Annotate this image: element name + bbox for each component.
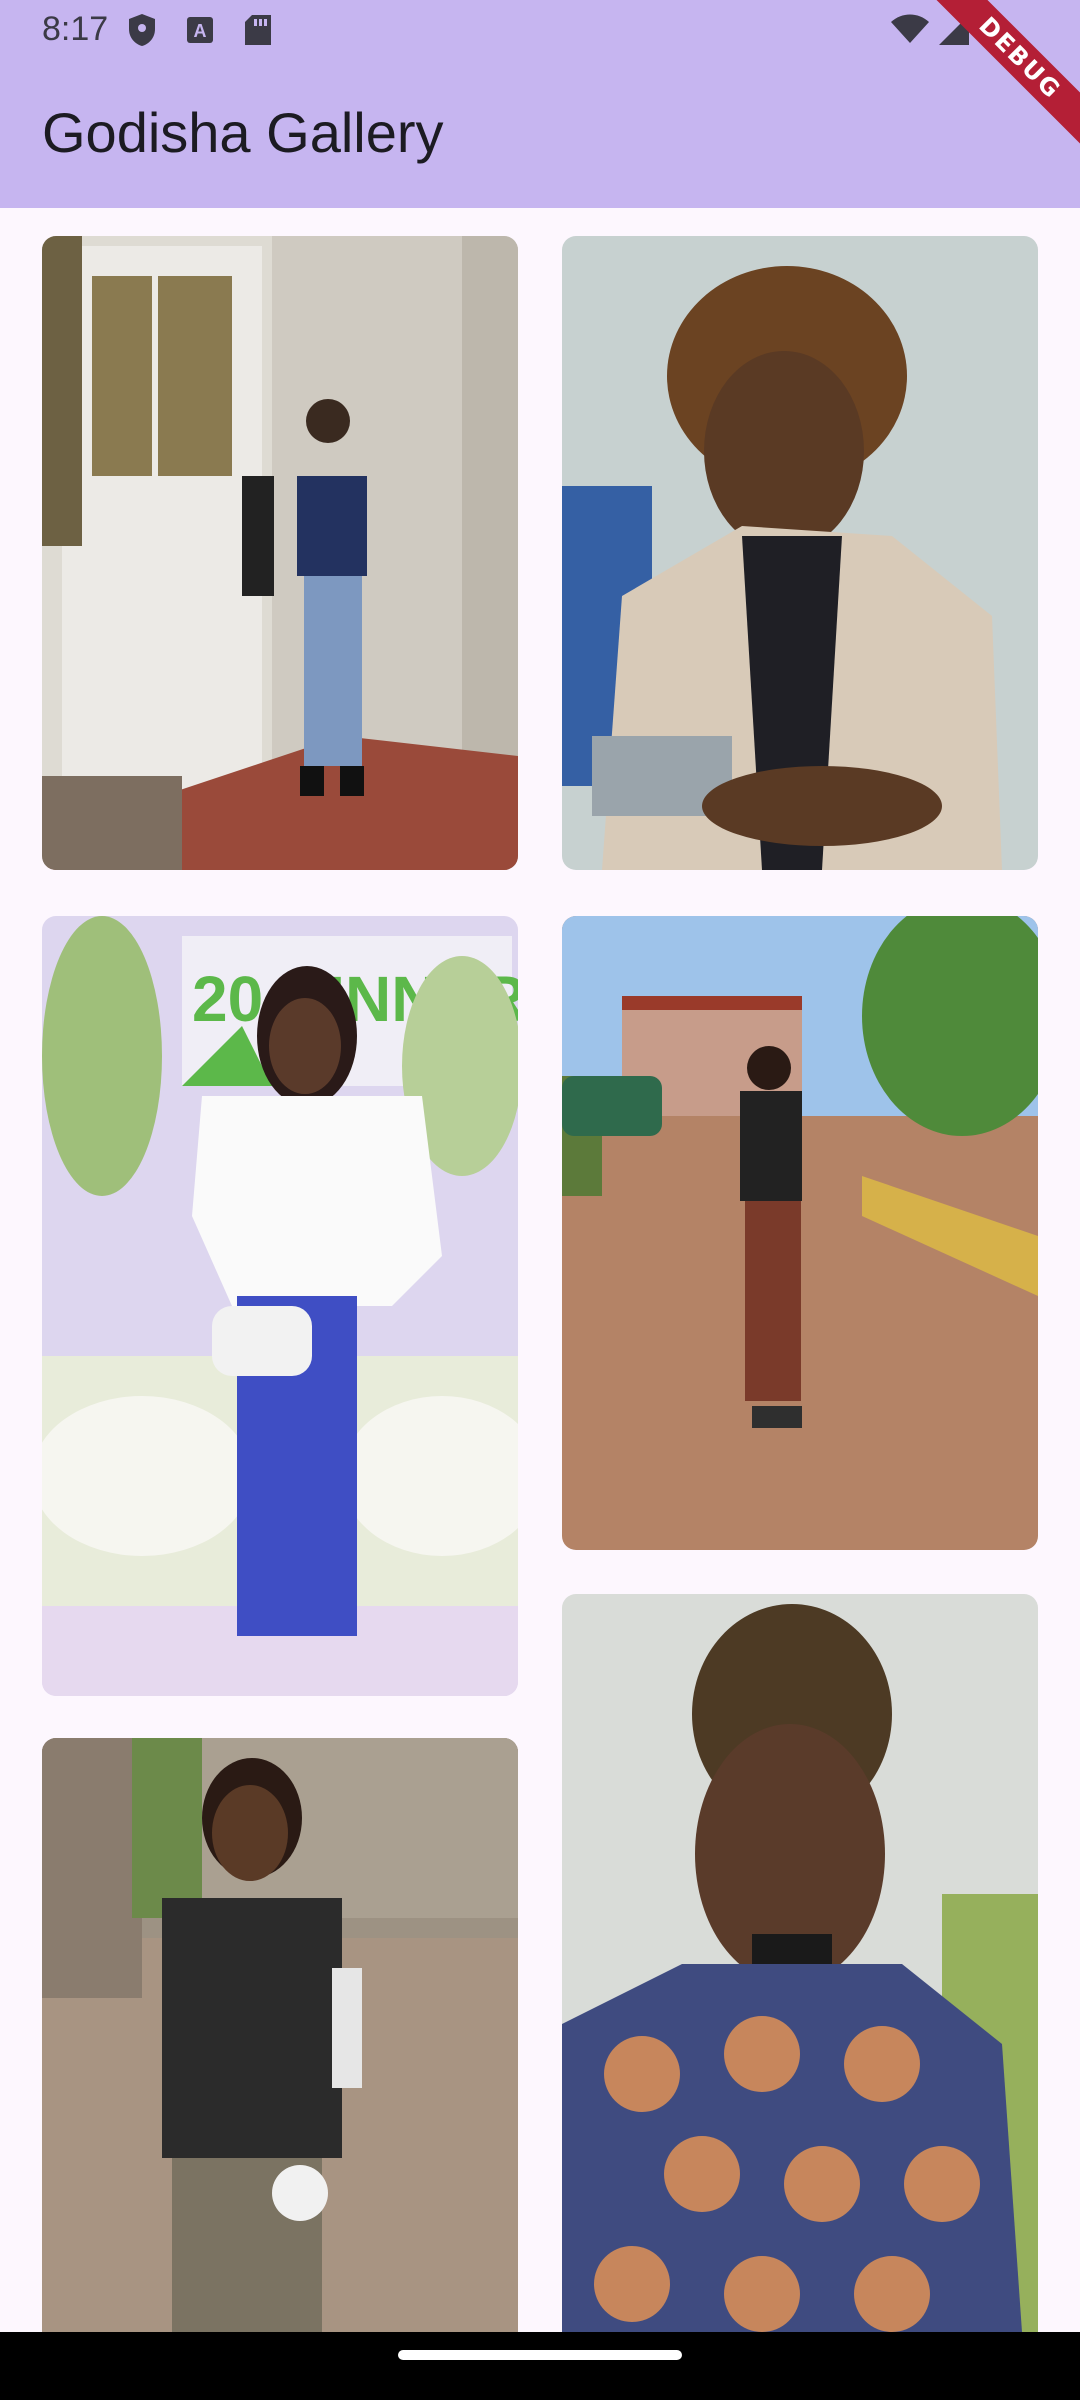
photo-image [562, 236, 1038, 870]
a-icon: A [186, 16, 214, 49]
shield-icon [126, 12, 158, 53]
photo-grid: 20 DINNER [0, 208, 1080, 2332]
status-time: 8:17 [42, 10, 109, 48]
gallery-photo[interactable]: 20 DINNER [42, 916, 518, 1696]
gallery-photo[interactable] [562, 1594, 1038, 2332]
sd-card-icon [244, 14, 272, 51]
photo-image [562, 916, 1038, 1550]
gallery-photo[interactable] [42, 236, 518, 870]
photo-image: 20 DINNER [42, 916, 518, 1696]
system-nav-bar [0, 2332, 1080, 2400]
photo-image [42, 1738, 518, 2332]
photo-image [42, 236, 518, 870]
home-gesture-handle[interactable] [398, 2350, 682, 2360]
debug-banner: DEBUG [930, 0, 1080, 150]
debug-banner-label: DEBUG [930, 0, 1080, 150]
svg-text:A: A [194, 21, 207, 41]
wifi-icon [890, 14, 930, 49]
gallery-photo[interactable] [42, 1738, 518, 2332]
gallery-photo[interactable] [562, 236, 1038, 870]
photo-image [562, 1594, 1038, 2332]
app-bar: 8:17 A Godisha Gallery DEBUG [0, 0, 1080, 208]
page-title: Godisha Gallery [42, 101, 444, 164]
status-bar: 8:17 A [0, 0, 1080, 62]
gallery-photo[interactable] [562, 916, 1038, 1550]
